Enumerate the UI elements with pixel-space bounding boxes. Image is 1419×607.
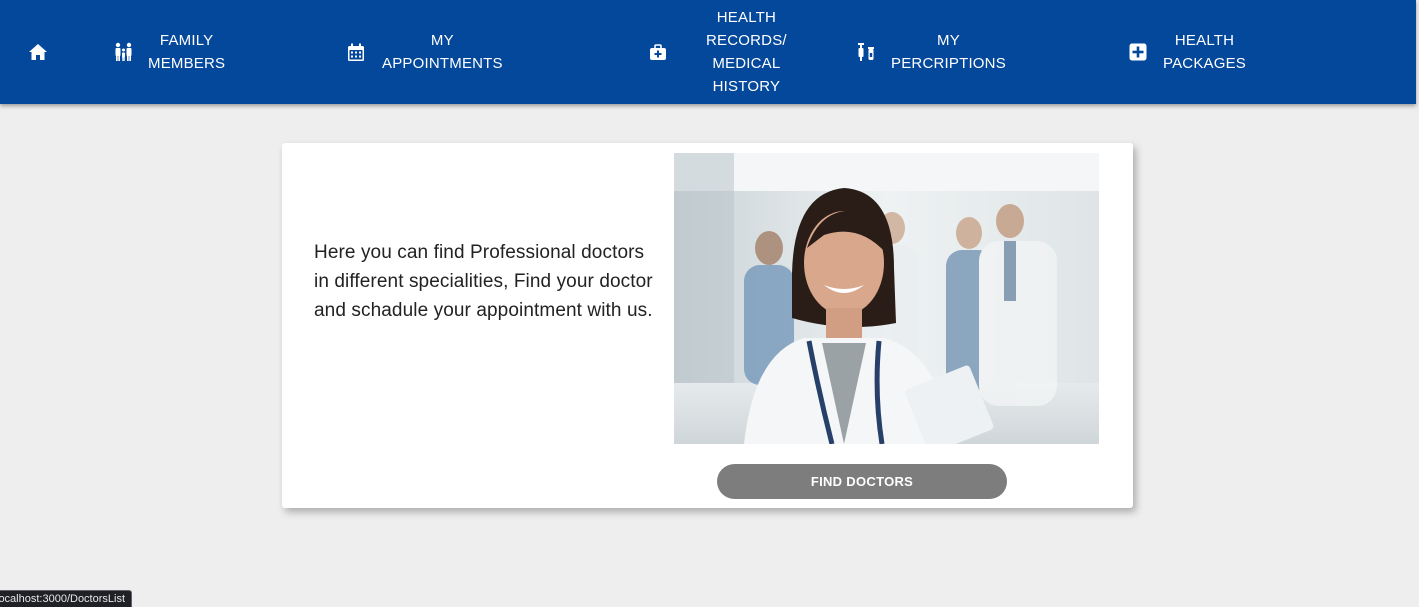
- status-bar-url: localhost:3000/DoctorsList: [0, 590, 133, 607]
- nav-my-prescriptions-label: MY PERCRIPTIONS: [891, 32, 1006, 72]
- doctors-photo: [674, 153, 1099, 444]
- nav-family-members-label: FAMILY MEMBERS: [148, 32, 226, 72]
- nav-health-packages[interactable]: HEALTH PACKAGES: [1128, 0, 1246, 104]
- nav-home[interactable]: [28, 0, 48, 104]
- nav-my-prescriptions[interactable]: MY PERCRIPTIONS: [856, 0, 1006, 104]
- nav-health-records[interactable]: HEALTH RECORDS/ MEDICAL HISTORY: [648, 0, 787, 104]
- family-icon: [113, 42, 135, 62]
- nav-health-packages-label: HEALTH PACKAGES: [1163, 32, 1247, 72]
- calendar-icon: [346, 42, 366, 62]
- find-doctors-button[interactable]: FIND DOCTORS: [717, 464, 1007, 499]
- medical-kit-icon: [648, 42, 668, 62]
- find-doctors-card: Here you can find Professional doctors i…: [282, 143, 1133, 508]
- home-icon: [28, 42, 48, 62]
- plus-square-icon: [1128, 42, 1148, 62]
- nav-my-appointments[interactable]: MY APPOINTMENTS: [346, 0, 503, 104]
- prescription-icon: [856, 42, 876, 62]
- top-navbar: FAMILY MEMBERS MY APPOINTMENTS HEALTH RE…: [0, 0, 1416, 104]
- nav-my-appointments-label: MY APPOINTMENTS: [382, 32, 503, 72]
- nav-family-members[interactable]: FAMILY MEMBERS: [113, 0, 225, 104]
- intro-description: Here you can find Professional doctors i…: [314, 242, 653, 321]
- nav-health-records-label: HEALTH RECORDS/ MEDICAL HISTORY: [706, 9, 787, 95]
